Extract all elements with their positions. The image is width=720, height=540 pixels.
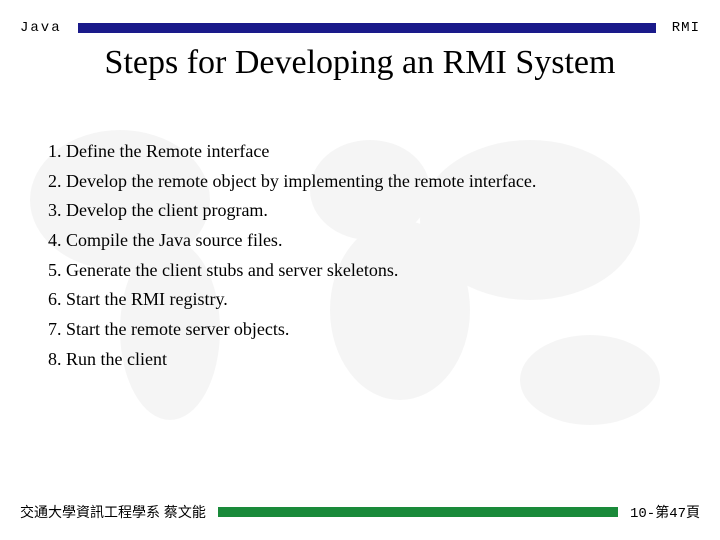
step-item: 6. Start the RMI registry. <box>48 285 720 315</box>
header-left-label: Java <box>20 20 62 36</box>
footer-page-number: 10-第47頁 <box>630 502 700 522</box>
slide-header: Java RMI <box>0 0 720 36</box>
step-item: 3. Develop the client program. <box>48 196 720 226</box>
footer-divider-bar <box>218 507 618 517</box>
step-item: 5. Generate the client stubs and server … <box>48 256 720 286</box>
step-item: 1. Define the Remote interface <box>48 137 720 167</box>
step-item: 4. Compile the Java source files. <box>48 226 720 256</box>
steps-list: 1. Define the Remote interface 2. Develo… <box>48 137 720 375</box>
footer-author: 交通大學資訊工程學系 蔡文能 <box>20 502 206 522</box>
header-divider-bar <box>78 23 656 33</box>
slide-footer: 交通大學資訊工程學系 蔡文能 10-第47頁 <box>0 502 720 522</box>
step-item: 7. Start the remote server objects. <box>48 315 720 345</box>
step-item: 8. Run the client <box>48 345 720 375</box>
step-item: 2. Develop the remote object by implemen… <box>48 167 720 197</box>
slide-title: Steps for Developing an RMI System <box>0 44 720 82</box>
header-right-label: RMI <box>672 20 700 36</box>
